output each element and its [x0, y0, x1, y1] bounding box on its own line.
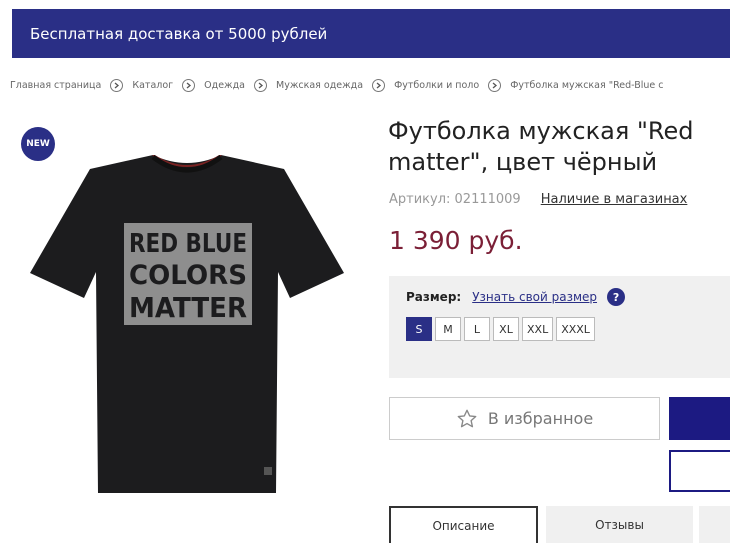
buy-one-click-button[interactable] [669, 450, 730, 492]
chevron-right-icon [372, 78, 386, 92]
chevron-right-icon [254, 78, 267, 92]
size-option-xl[interactable]: XL [493, 317, 519, 341]
breadcrumb-item-tshirts-polo[interactable]: Футболки и поло [394, 80, 479, 91]
product-title-line1: Футболка мужская "Red [388, 117, 694, 145]
promo-banner-text: Бесплатная доставка от 5000 рублей [30, 24, 328, 43]
help-icon-glyph: ? [612, 290, 620, 304]
chevron-right-icon [182, 78, 196, 92]
add-to-favorites-button[interactable]: В избранное [389, 397, 660, 440]
size-option-xxxl[interactable]: XXXL [556, 317, 595, 341]
breadcrumb-item-mens-clothing[interactable]: Мужская одежда [276, 80, 363, 91]
size-option-s[interactable]: S [406, 317, 432, 341]
new-badge-label: NEW [26, 139, 50, 149]
size-selector-panel: Размер: Узнать свой размер ? S M L XL XX… [389, 276, 730, 378]
breadcrumb-item-home[interactable]: Главная страница [10, 80, 101, 91]
tab-description[interactable]: Описание [389, 506, 538, 543]
size-option-m[interactable]: M [435, 317, 461, 341]
size-options: S M L XL XXL XXXL [406, 317, 595, 341]
breadcrumb: Главная страница Каталог Одежда Мужская … [10, 76, 730, 94]
print-line-1: RED BLUE [129, 229, 247, 259]
breadcrumb-item-clothing[interactable]: Одежда [204, 80, 245, 91]
product-meta: Артикул: 02111009 Наличие в магазинах [389, 192, 687, 207]
breadcrumb-item-catalog[interactable]: Каталог [132, 80, 173, 91]
product-title-line2: matter", цвет чёрный [388, 148, 658, 176]
size-option-l[interactable]: L [464, 317, 490, 341]
product-title: Футболка мужская "Red matter", цвет чёрн… [388, 116, 730, 178]
print-line-2: COLORS [129, 260, 247, 291]
help-icon[interactable]: ? [607, 288, 626, 306]
chevron-right-icon [110, 78, 124, 92]
tab-reviews[interactable]: Отзывы [546, 506, 693, 543]
product-price: 1 390 руб. [389, 226, 523, 255]
size-option-xxl[interactable]: XXL [522, 317, 554, 341]
tab-more[interactable] [699, 506, 730, 543]
promo-banner: Бесплатная доставка от 5000 рублей [12, 9, 730, 58]
product-image[interactable]: RED BLUE COLORS MATTER [28, 155, 346, 510]
size-guide-link[interactable]: Узнать свой размер [472, 290, 597, 304]
tab-description-label: Описание [432, 518, 495, 533]
store-availability-link[interactable]: Наличие в магазинах [541, 192, 688, 207]
product-sku: Артикул: 02111009 [389, 192, 521, 207]
print-line-3: MATTER [129, 291, 247, 324]
breadcrumb-item-current: Футболка мужская "Red-Blue c [510, 79, 664, 91]
size-label: Размер: [406, 290, 462, 304]
add-to-cart-button[interactable] [669, 397, 730, 440]
chevron-right-icon [488, 78, 502, 92]
add-to-favorites-label: В избранное [487, 409, 594, 428]
tab-reviews-label: Отзывы [595, 517, 644, 532]
star-outline-icon [457, 409, 477, 427]
